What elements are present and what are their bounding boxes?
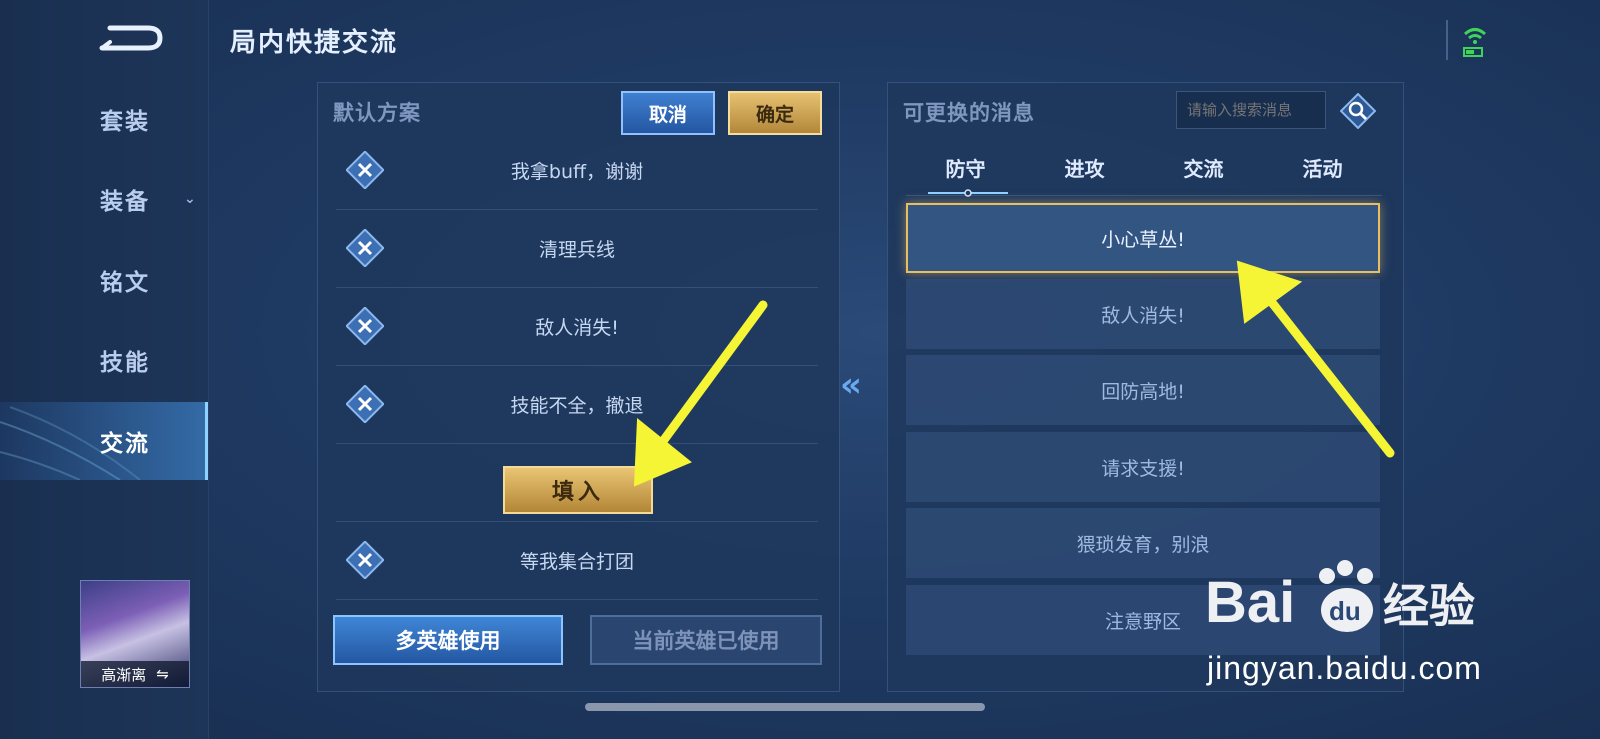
row-text: 技能不全，撤退 (510, 394, 644, 417)
sidebar-item-label: 交流 (100, 431, 150, 457)
sidebar-item-inscription[interactable]: 铭文 (0, 241, 208, 319)
sidebar-item-outfit[interactable]: 套装 (0, 80, 208, 158)
svg-text:Bai: Bai (1205, 570, 1295, 635)
panel-heading: 可更换的消息 (903, 101, 1035, 125)
current-hero-used-button[interactable]: 当前英雄已使用 (590, 615, 822, 665)
remove-x-icon[interactable] (346, 307, 384, 345)
double-left-arrow-icon: « (840, 365, 862, 405)
row-text: 等我集合打团 (519, 550, 634, 573)
scheme-row[interactable]: 我拿buff，谢谢 (336, 131, 818, 210)
row-text: 清理兵线 (538, 238, 615, 261)
remove-x-icon[interactable] (346, 541, 384, 579)
sidebar-item-label: 技能 (100, 350, 150, 376)
tab-attack[interactable]: 进攻 (1025, 153, 1144, 182)
scheme-row[interactable]: 技能不全，撤退 (336, 365, 818, 444)
scheme-row[interactable]: 敌人消失! (336, 287, 818, 366)
message-item[interactable]: 请求支援! (906, 432, 1380, 502)
remove-x-icon[interactable] (346, 229, 384, 267)
row-text: 我拿buff，谢谢 (510, 160, 644, 183)
scheme-row[interactable]: 清理兵线 (336, 209, 818, 288)
swap-icon[interactable]: ⇋ (156, 665, 169, 683)
multi-hero-use-button[interactable]: 多英雄使用 (333, 615, 563, 665)
sidebar-item-communication[interactable]: 交流 (0, 402, 208, 480)
message-item[interactable]: 小心草丛! (906, 203, 1380, 273)
message-text: 猥琐发育，别浪 (1076, 533, 1210, 556)
sidebar-item-label: 套装 (100, 109, 150, 135)
sidebar-item-label: 铭文 (100, 270, 150, 296)
wifi-icon (1463, 28, 1487, 57)
sidebar-item-label: 装备 (100, 189, 150, 215)
message-category-tabs: 防守 进攻 交流 活动 (906, 153, 1382, 197)
remove-x-icon[interactable] (346, 385, 384, 423)
tab-activity[interactable]: 活动 (1263, 153, 1382, 182)
message-text: 注意野区 (1104, 610, 1181, 633)
watermark-url: jingyan.baidu.com (1207, 650, 1482, 686)
hero-avatar[interactable]: 高渐离 ⇋ (80, 580, 190, 688)
hero-name: 高渐离 (101, 665, 147, 684)
sidebar: 套装 装备 ⌄ 铭文 技能 交流 高渐离 ⇋ (0, 0, 209, 739)
confirm-button[interactable]: 确定 (728, 91, 822, 135)
status-divider (1446, 20, 1448, 60)
active-tab-indicator (928, 189, 1008, 197)
message-text: 回防高地! (1101, 380, 1185, 403)
sidebar-item-skills[interactable]: 技能 (0, 321, 208, 399)
message-text: 请求支援! (1101, 457, 1185, 480)
default-scheme-panel: 默认方案 取消 确定 我拿buff，谢谢 清理兵线 敌人消失! 技能不全，撤退 … (317, 82, 840, 692)
message-item[interactable]: 回防高地! (906, 355, 1380, 425)
fill-in-button[interactable]: 填入 (503, 466, 653, 514)
chevron-down-icon: ⌄ (184, 191, 198, 207)
baidu-jingyan-watermark-logo: Bai du 经验 (1205, 560, 1475, 635)
svg-text:经验: 经验 (1383, 580, 1475, 632)
back-icon[interactable] (96, 18, 168, 58)
sidebar-item-equipment[interactable]: 装备 ⌄ (0, 160, 208, 238)
search-input[interactable] (1176, 91, 1326, 129)
hero-name-bar: 高渐离 ⇋ (81, 661, 189, 687)
tab-defense[interactable]: 防守 (906, 153, 1025, 182)
svg-text:du: du (1329, 596, 1361, 626)
home-indicator (585, 703, 985, 711)
scheme-row[interactable]: 等我集合打团 (336, 521, 818, 600)
message-text: 敌人消失! (1101, 304, 1185, 327)
cancel-button[interactable]: 取消 (621, 91, 715, 135)
tab-communication[interactable]: 交流 (1144, 153, 1263, 182)
search-icon[interactable] (1340, 93, 1376, 129)
page-title: 局内快捷交流 (230, 28, 399, 58)
message-text: 小心草丛! (1101, 228, 1185, 251)
row-text: 敌人消失! (535, 316, 619, 339)
panel-heading: 默认方案 (333, 101, 421, 125)
message-item[interactable]: 敌人消失! (906, 279, 1380, 349)
remove-x-icon[interactable] (346, 151, 384, 189)
